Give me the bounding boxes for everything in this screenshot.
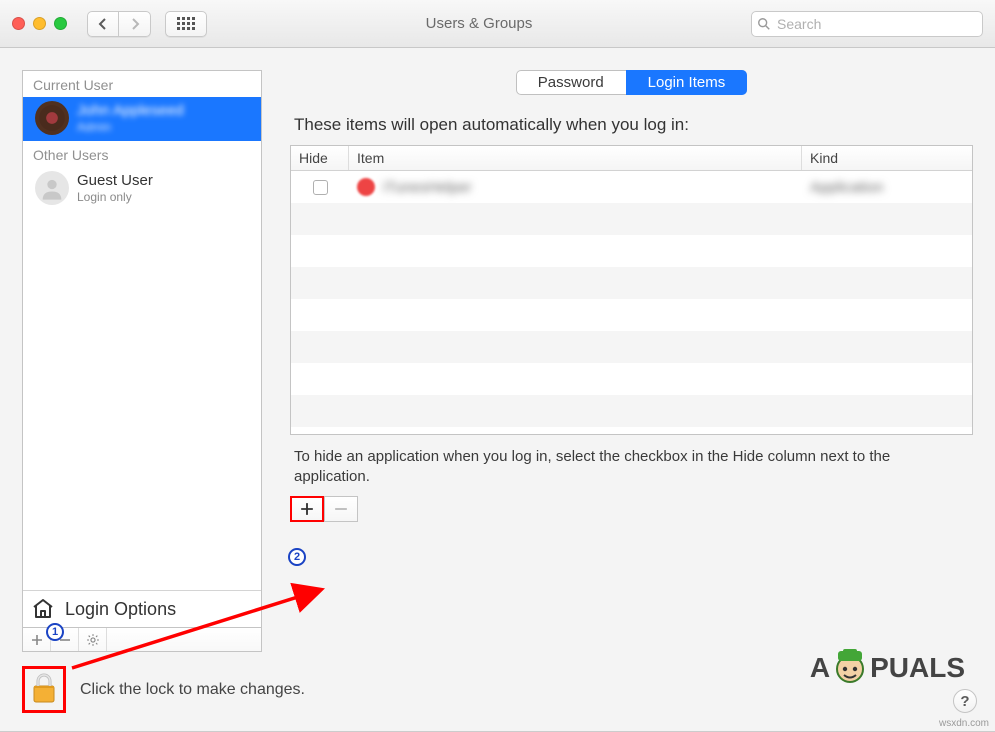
user-row-guest[interactable]: Guest User Login only xyxy=(23,167,261,211)
lock-message: Click the lock to make changes. xyxy=(80,681,305,699)
search-field[interactable] xyxy=(751,11,983,37)
lock-highlight xyxy=(22,666,66,713)
remove-user-button[interactable] xyxy=(51,628,79,651)
tab-login-items[interactable]: Login Items xyxy=(626,70,748,95)
window: Users & Groups Current User John Applese… xyxy=(0,0,995,732)
back-button[interactable] xyxy=(87,11,119,37)
home-icon xyxy=(31,597,55,621)
nav-buttons xyxy=(87,11,151,37)
traffic-lights xyxy=(12,17,67,30)
hide-hint-text: To hide an application when you log in, … xyxy=(294,447,969,488)
close-window-button[interactable] xyxy=(12,17,25,30)
column-hide[interactable]: Hide xyxy=(291,146,349,170)
item-kind: Application xyxy=(802,179,972,196)
zoom-window-button[interactable] xyxy=(54,17,67,30)
user-role: Admin xyxy=(77,120,184,134)
hide-checkbox[interactable] xyxy=(313,180,328,195)
plus-icon xyxy=(300,502,314,516)
avatar-icon xyxy=(35,101,69,135)
user-name: Guest User xyxy=(77,172,153,189)
login-items-table: Hide Item Kind iTunesHelper Application xyxy=(290,145,973,435)
search-input[interactable] xyxy=(777,16,977,32)
column-kind[interactable]: Kind xyxy=(802,146,972,170)
user-row-current[interactable]: John Appleseed Admin xyxy=(23,97,261,141)
column-item[interactable]: Item xyxy=(349,146,802,170)
main-pane: Password Login Items These items will op… xyxy=(290,70,973,652)
add-login-item-button[interactable] xyxy=(290,496,324,522)
forward-button[interactable] xyxy=(119,11,151,37)
user-name: John Appleseed xyxy=(77,102,184,119)
table-row[interactable]: iTunesHelper Application xyxy=(291,171,972,203)
login-options-button[interactable]: Login Options xyxy=(23,590,261,627)
login-item-controls xyxy=(290,496,358,522)
table-header: Hide Item Kind xyxy=(291,146,972,171)
tab-segment: Password Login Items xyxy=(516,70,747,95)
chevron-right-icon xyxy=(130,18,140,30)
window-title: Users & Groups xyxy=(223,15,735,32)
plus-icon xyxy=(31,634,43,646)
user-list-controls xyxy=(22,628,262,652)
chevron-left-icon xyxy=(98,18,108,30)
login-items-description: These items will open automatically when… xyxy=(294,115,973,135)
content: Current User John Appleseed Admin Other … xyxy=(0,48,995,652)
user-role: Login only xyxy=(77,190,153,204)
remove-login-item-button[interactable] xyxy=(324,496,358,522)
item-name: iTunesHelper xyxy=(383,179,472,196)
avatar-icon xyxy=(35,171,69,205)
minimize-window-button[interactable] xyxy=(33,17,46,30)
section-other-users: Other Users xyxy=(23,141,261,167)
search-icon xyxy=(757,17,771,31)
table-body: iTunesHelper Application xyxy=(291,171,972,434)
login-options-label: Login Options xyxy=(65,599,176,620)
footer: Click the lock to make changes. ? xyxy=(0,652,995,731)
minus-icon xyxy=(59,634,71,646)
section-current-user: Current User xyxy=(23,71,261,97)
app-icon xyxy=(357,178,375,196)
grid-icon xyxy=(177,17,195,30)
sidebar: Current User John Appleseed Admin Other … xyxy=(22,70,262,652)
user-list: Current User John Appleseed Admin Other … xyxy=(22,70,262,628)
gear-icon xyxy=(86,633,100,647)
show-all-button[interactable] xyxy=(165,11,207,37)
add-user-button[interactable] xyxy=(23,628,51,651)
tab-password[interactable]: Password xyxy=(516,70,626,95)
user-actions-button[interactable] xyxy=(79,628,107,651)
toolbar: Users & Groups xyxy=(0,0,995,48)
help-button[interactable]: ? xyxy=(953,689,977,713)
minus-icon xyxy=(334,502,348,516)
lock-icon[interactable] xyxy=(27,671,61,705)
image-attribution: wsxdn.com xyxy=(939,718,989,729)
